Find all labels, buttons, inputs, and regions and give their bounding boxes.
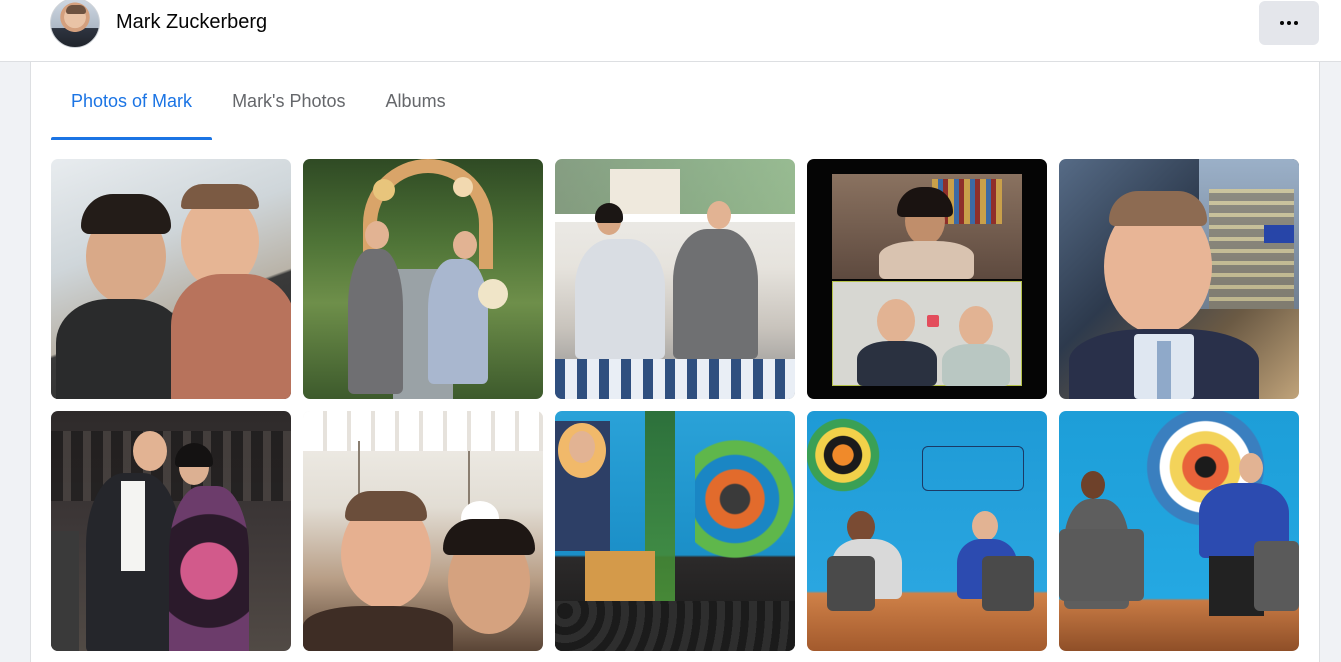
more-horizontal-icon <box>1280 21 1284 25</box>
photo-tile[interactable] <box>303 159 543 399</box>
photos-card: Photos of Mark Mark's Photos Albums <box>30 62 1320 662</box>
photo-tile[interactable] <box>1059 411 1299 651</box>
photo-tile[interactable] <box>555 411 795 651</box>
profile-avatar[interactable] <box>50 0 100 48</box>
photo-tile[interactable] <box>807 411 1047 651</box>
photo-tile[interactable] <box>51 411 291 651</box>
profile-name[interactable]: Mark Zuckerberg <box>116 11 267 34</box>
tab-own-photos[interactable]: Mark's Photos <box>212 62 365 140</box>
tab-photos-of[interactable]: Photos of Mark <box>51 62 213 140</box>
photo-grid <box>51 159 1299 651</box>
photo-tile[interactable] <box>555 159 795 399</box>
tab-albums[interactable]: Albums <box>366 62 466 140</box>
photo-tile[interactable] <box>807 159 1047 399</box>
more-options-button[interactable] <box>1259 1 1319 45</box>
photos-tab-bar: Photos of Mark Mark's Photos Albums <box>51 62 466 140</box>
photo-tile[interactable] <box>303 411 543 651</box>
profile-header: Mark Zuckerberg <box>0 0 1341 62</box>
photo-tile[interactable] <box>51 159 291 399</box>
photo-tile[interactable] <box>1059 159 1299 399</box>
